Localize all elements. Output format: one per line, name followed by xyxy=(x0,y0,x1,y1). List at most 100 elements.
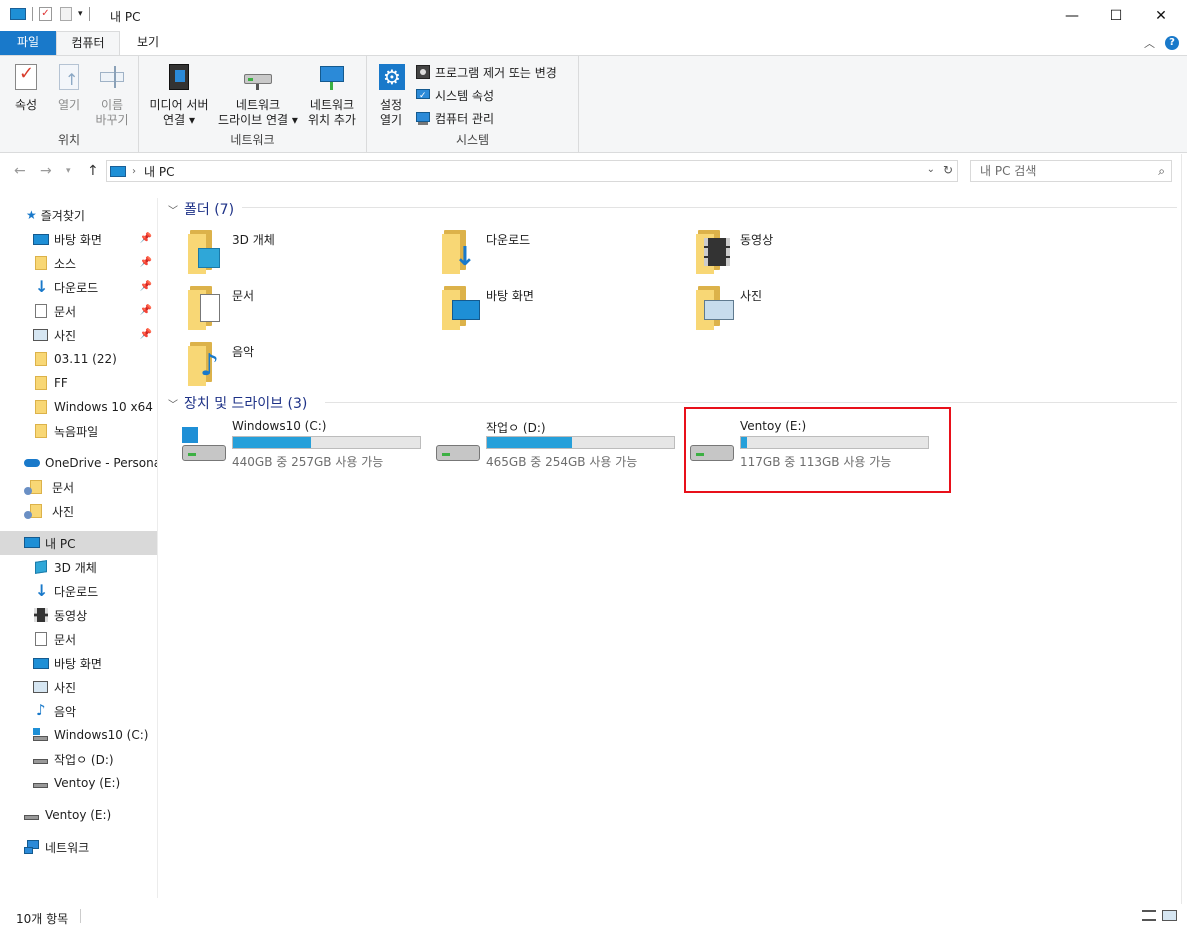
chevron-down-icon: ﹀ xyxy=(168,205,178,217)
group-location: ✓ 속성 ↑ 열기 이름 바꾸기 위치 xyxy=(0,56,139,152)
drive-d[interactable]: 작업ㅇ (D:) 465GB 중 254GB 사용 가능 xyxy=(436,419,686,475)
folder-name: 음악 xyxy=(232,345,255,359)
folder-desktop[interactable]: 바탕 화면 xyxy=(440,284,680,334)
map-drive-button[interactable]: 네트워크 드라이브 연결 ▾ xyxy=(213,62,303,128)
folder-videos[interactable]: 동영상 xyxy=(694,228,934,278)
collapse-ribbon-icon[interactable]: ︿ xyxy=(1144,35,1155,51)
uninstall-program-button[interactable]: 프로그램 제거 또는 변경 xyxy=(415,62,557,82)
highlight-box xyxy=(684,407,951,493)
sidebar-this-pc[interactable]: 내 PC xyxy=(0,531,157,555)
search-input[interactable]: 내 PC 검색 ⌕ xyxy=(970,160,1172,182)
details-view-icon[interactable] xyxy=(1142,910,1156,921)
group-location-label: 위치 xyxy=(57,133,81,147)
large-icons-view-icon[interactable] xyxy=(1162,910,1177,921)
sidebar-quick-access[interactable]: ★ 즐겨찾기 xyxy=(0,203,157,227)
new-folder-quick-icon[interactable] xyxy=(60,7,72,21)
folder-pictures[interactable]: 사진 xyxy=(694,284,934,334)
system-properties-icon: ✓ xyxy=(415,87,431,103)
sidebar-item-onedrive-documents[interactable]: 문서 xyxy=(0,475,157,499)
ribbon-controls: ︿ ? xyxy=(1144,35,1179,51)
sidebar-item-3d-objects[interactable]: 3D 개체 xyxy=(0,555,157,579)
sidebar-item-documents[interactable]: 문서 📌 xyxy=(0,299,157,323)
toolbar-separator xyxy=(32,7,33,21)
sidebar-item-pc-documents[interactable]: 문서 xyxy=(0,627,157,651)
pin-icon[interactable]: 📌 xyxy=(140,257,152,268)
sidebar-network[interactable]: 네트워크 xyxy=(0,835,157,859)
cloud-icon xyxy=(24,455,40,471)
forward-arrow-icon[interactable]: → xyxy=(40,163,52,179)
pc-icon xyxy=(110,165,126,177)
network-icon xyxy=(24,839,40,855)
sidebar-label: 문서 xyxy=(54,304,77,319)
pin-icon[interactable]: 📌 xyxy=(140,329,152,340)
sidebar-item-pc-desktop[interactable]: 바탕 화면 xyxy=(0,651,157,675)
help-icon[interactable]: ? xyxy=(1165,36,1179,50)
document-icon xyxy=(33,631,49,647)
scrollbar[interactable] xyxy=(1181,154,1187,904)
folders-section-header[interactable]: ﹀ 폴더 (7) xyxy=(168,199,234,219)
sidebar-item-folder-ff[interactable]: FF xyxy=(0,371,157,395)
folder-downloads[interactable]: ↓ 다운로드 xyxy=(440,228,680,278)
tab-file[interactable]: 파일 xyxy=(0,31,56,55)
properties-quick-icon[interactable]: ✓ xyxy=(39,7,52,21)
system-properties-button[interactable]: ✓ 시스템 속성 xyxy=(415,85,494,105)
open-button[interactable]: ↑ 열기 xyxy=(50,62,88,113)
folder-3d-objects[interactable]: 3D 개체 xyxy=(186,228,426,278)
up-arrow-icon[interactable]: ↑ xyxy=(87,163,99,179)
sidebar-onedrive[interactable]: OneDrive - Personal xyxy=(0,451,157,475)
address-bar[interactable]: › 내 PC ⌄ ↻ xyxy=(106,160,958,182)
breadcrumb-pc[interactable]: 내 PC xyxy=(144,163,174,180)
uninstall-label: 프로그램 제거 또는 변경 xyxy=(435,65,557,80)
media-server-button[interactable]: 미디어 서버 연결 ▾ xyxy=(143,62,215,128)
windows-drive-icon xyxy=(33,727,49,743)
sidebar-item-downloads[interactable]: ↓ 다운로드 📌 xyxy=(0,275,157,299)
close-button[interactable]: ✕ xyxy=(1138,0,1184,31)
drive-c[interactable]: Windows10 (C:) 440GB 중 257GB 사용 가능 xyxy=(182,419,432,475)
address-dropdown-icon[interactable]: ⌄ xyxy=(927,164,935,175)
drives-section-header[interactable]: ﹀ 장치 및 드라이브 (3) xyxy=(168,393,307,413)
sidebar-item-folder-0311[interactable]: 03.11 (22) xyxy=(0,347,157,371)
pin-icon[interactable]: 📌 xyxy=(140,233,152,244)
folder-documents[interactable]: 문서 xyxy=(186,284,426,334)
tab-computer[interactable]: 컴퓨터 xyxy=(56,31,120,55)
media-server-label-2: 연결 ▾ xyxy=(163,113,195,127)
back-arrow-icon[interactable]: ← xyxy=(14,163,26,179)
sidebar-item-drive-c[interactable]: Windows10 (C:) xyxy=(0,723,157,747)
folder-music[interactable]: ♪ 음악 xyxy=(186,340,426,390)
pin-icon[interactable]: 📌 xyxy=(140,281,152,292)
computer-management-button[interactable]: 컴퓨터 관리 xyxy=(415,108,494,128)
sidebar-item-pictures[interactable]: 사진 📌 xyxy=(0,323,157,347)
refresh-icon[interactable]: ↻ xyxy=(943,163,953,177)
sidebar-item-folder-windows10[interactable]: Windows 10 x64 (2 xyxy=(0,395,157,419)
pin-icon[interactable]: 📌 xyxy=(140,305,152,316)
customize-dropdown-icon[interactable]: ▾ xyxy=(78,9,83,19)
sidebar-item-folder-recordings[interactable]: 녹음파일 xyxy=(0,419,157,443)
minimize-button[interactable]: — xyxy=(1049,0,1095,31)
sidebar-item-source[interactable]: 소스 📌 xyxy=(0,251,157,275)
sidebar-item-videos[interactable]: 동영상 xyxy=(0,603,157,627)
search-icon[interactable]: ⌕ xyxy=(1158,161,1165,181)
download-arrow-icon: ↓ xyxy=(35,581,49,600)
folder-name: 3D 개체 xyxy=(232,233,275,247)
sidebar-item-pc-downloads[interactable]: ↓ 다운로드 xyxy=(0,579,157,603)
add-network-location-button[interactable]: 네트워크 위치 추가 xyxy=(303,62,361,128)
rename-button[interactable]: 이름 바꾸기 xyxy=(90,62,134,128)
sidebar-item-pc-pictures[interactable]: 사진 xyxy=(0,675,157,699)
sidebar-label: 사진 xyxy=(54,680,77,695)
properties-button[interactable]: ✓ 속성 xyxy=(6,62,46,113)
open-settings-button[interactable]: ⚙ 설정 열기 xyxy=(373,62,409,128)
sidebar-ventoy-removable[interactable]: Ventoy (E:) xyxy=(0,803,157,827)
add-network-label-2: 위치 추가 xyxy=(308,113,356,127)
folder-name: 사진 xyxy=(740,289,763,303)
sidebar-item-desktop[interactable]: 바탕 화면 📌 xyxy=(0,227,157,251)
cube-icon xyxy=(33,559,49,575)
sidebar-item-drive-e[interactable]: Ventoy (E:) xyxy=(0,771,157,795)
maximize-button[interactable]: ☐ xyxy=(1093,0,1139,31)
sidebar-label: Windows 10 x64 (2 xyxy=(54,400,157,414)
sidebar-item-drive-d[interactable]: 작업ㅇ (D:) xyxy=(0,747,157,771)
sidebar-item-music[interactable]: ♪ 음악 xyxy=(0,699,157,723)
sidebar-item-onedrive-pictures[interactable]: 사진 xyxy=(0,499,157,523)
folder-music-icon: ♪ xyxy=(186,340,230,386)
tab-view[interactable]: 보기 xyxy=(120,31,176,55)
recent-locations-icon[interactable]: ▾ xyxy=(66,166,71,176)
